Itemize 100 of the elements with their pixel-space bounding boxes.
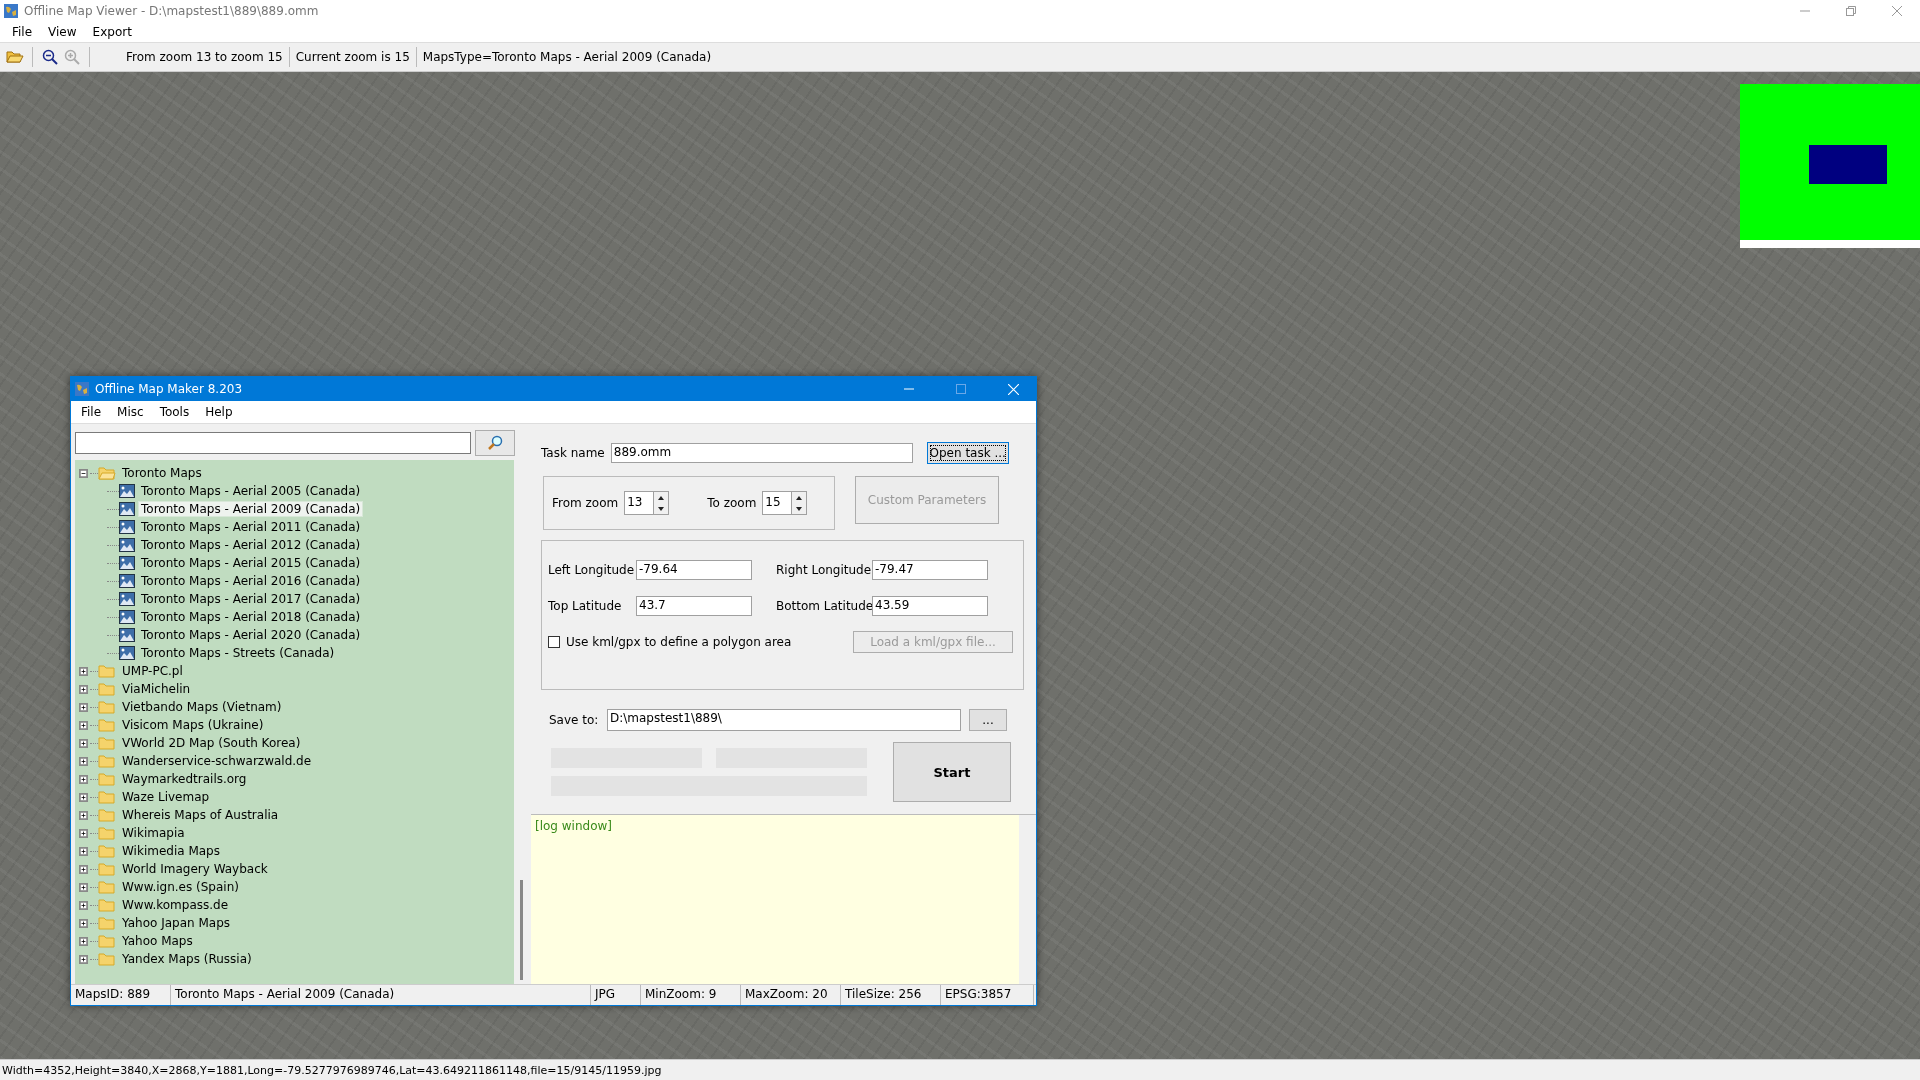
expand-icon[interactable] bbox=[79, 774, 88, 784]
menu-item[interactable]: Tools bbox=[151, 405, 198, 419]
search-button[interactable] bbox=[475, 430, 515, 456]
menu-item[interactable]: File bbox=[73, 405, 110, 419]
collapse-icon[interactable] bbox=[79, 468, 88, 478]
expand-icon[interactable] bbox=[79, 666, 88, 676]
map-image-icon bbox=[119, 646, 135, 660]
expand-icon[interactable] bbox=[79, 828, 88, 838]
search-icon[interactable] bbox=[487, 435, 503, 451]
tree-map-item[interactable]: Toronto Maps - Aerial 2011 (Canada) bbox=[139, 520, 363, 534]
spin-down-icon[interactable] bbox=[796, 506, 803, 511]
expand-icon[interactable] bbox=[79, 882, 88, 892]
tree-map-item[interactable]: Toronto Maps - Aerial 2012 (Canada) bbox=[139, 538, 363, 552]
expand-icon[interactable] bbox=[79, 720, 88, 730]
tree-folder-item[interactable]: Yandex Maps (Russia) bbox=[120, 952, 254, 966]
folder-icon bbox=[98, 861, 116, 877]
right-longitude-field[interactable]: -79.47 bbox=[872, 560, 988, 580]
expand-icon[interactable] bbox=[79, 846, 88, 856]
tree-map-item[interactable]: Toronto Maps - Aerial 2018 (Canada) bbox=[139, 610, 363, 624]
tree-map-item[interactable]: Toronto Maps - Aerial 2009 (Canada) bbox=[139, 502, 363, 516]
menu-item[interactable]: Help bbox=[197, 405, 241, 419]
map-image-icon bbox=[119, 538, 135, 552]
folder-icon bbox=[98, 753, 116, 769]
tree-folder-item[interactable]: Visicom Maps (Ukraine) bbox=[120, 718, 266, 732]
folder-icon bbox=[98, 717, 116, 733]
from-zoom-field[interactable]: 13 bbox=[624, 491, 655, 515]
tree-map-item[interactable]: Toronto Maps - Aerial 2020 (Canada) bbox=[139, 628, 363, 642]
toolbar-status-text: From zoom 13 to zoom 15 bbox=[125, 50, 284, 64]
tree-folder-item[interactable]: Wikimedia Maps bbox=[120, 844, 222, 858]
tree-map-item[interactable]: Toronto Maps - Streets (Canada) bbox=[139, 646, 337, 660]
tree-map-item[interactable]: Toronto Maps - Aerial 2015 (Canada) bbox=[139, 556, 363, 570]
tree-folder-item[interactable]: Toronto Maps bbox=[120, 466, 204, 480]
expand-icon[interactable] bbox=[79, 756, 88, 766]
folder-icon bbox=[98, 663, 116, 679]
tree-folder-item[interactable]: Yahoo Maps bbox=[120, 934, 195, 948]
status-cell: MinZoom: 9 bbox=[641, 985, 741, 1005]
expand-icon[interactable] bbox=[79, 738, 88, 748]
save-to-field[interactable]: D:\mapstest1\889\ bbox=[607, 709, 961, 731]
tree-folder-item[interactable]: Www.ign.es (Spain) bbox=[120, 880, 241, 894]
right-longitude-label: Right Longitude bbox=[776, 563, 872, 577]
tree-folder-item[interactable]: World Imagery Wayback bbox=[120, 862, 270, 876]
expand-icon[interactable] bbox=[79, 684, 88, 694]
spin-down-icon[interactable] bbox=[658, 506, 665, 511]
browse-button[interactable]: ... bbox=[969, 709, 1007, 731]
close-icon[interactable] bbox=[1892, 6, 1902, 16]
toolbar-status-text: Current zoom is 15 bbox=[294, 50, 411, 64]
menu-item[interactable]: View bbox=[40, 25, 85, 39]
status-cell: TileSize: 256 bbox=[841, 985, 941, 1005]
restore-icon[interactable] bbox=[1846, 6, 1856, 16]
top-latitude-field[interactable]: 43.7 bbox=[636, 596, 752, 616]
from-zoom-label: From zoom bbox=[552, 496, 619, 510]
to-zoom-label: To zoom bbox=[707, 496, 757, 510]
expand-icon[interactable] bbox=[79, 864, 88, 874]
to-zoom-field[interactable]: 15 bbox=[762, 491, 793, 515]
search-field[interactable] bbox=[75, 432, 471, 454]
expand-icon[interactable] bbox=[79, 810, 88, 820]
folder-icon bbox=[98, 699, 116, 715]
open-task-button[interactable]: Open task ... bbox=[926, 442, 1009, 464]
tree-map-item[interactable]: Toronto Maps - Aerial 2005 (Canada) bbox=[139, 484, 363, 498]
expand-icon[interactable] bbox=[79, 918, 88, 928]
expand-icon[interactable] bbox=[79, 792, 88, 802]
start-button[interactable]: Start bbox=[893, 742, 1011, 802]
tree-map-item[interactable]: Toronto Maps - Aerial 2016 (Canada) bbox=[139, 574, 363, 588]
expand-icon[interactable] bbox=[79, 954, 88, 964]
status-cell: MapsID: 889 bbox=[71, 985, 171, 1005]
top-latitude-label: Top Latitude bbox=[548, 599, 623, 613]
expand-icon[interactable] bbox=[79, 900, 88, 910]
tree-folder-item[interactable]: UMP-PC.pl bbox=[120, 664, 185, 678]
expand-icon[interactable] bbox=[79, 936, 88, 946]
menu-item[interactable]: Export bbox=[84, 25, 140, 39]
spin-up-icon[interactable] bbox=[658, 495, 665, 500]
bottom-latitude-field[interactable]: 43.59 bbox=[872, 596, 988, 616]
tree-folder-item[interactable]: Vietbando Maps (Vietnam) bbox=[120, 700, 284, 714]
left-longitude-field[interactable]: -79.64 bbox=[636, 560, 752, 580]
task-name-field[interactable]: 889.omm bbox=[610, 443, 913, 463]
tree-folder-item[interactable]: Www.kompass.de bbox=[120, 898, 231, 912]
window-title: Offline Map Viewer - D:\mapstest1\889\889.omm bbox=[24, 4, 320, 18]
expand-icon[interactable] bbox=[79, 702, 88, 712]
tree-map-item[interactable]: Toronto Maps - Aerial 2017 (Canada) bbox=[139, 592, 363, 606]
overview-minimap[interactable] bbox=[1740, 84, 1920, 248]
tree-folder-item[interactable]: Waymarkedtrails.org bbox=[120, 772, 249, 786]
scrollbar[interactable] bbox=[1019, 815, 1036, 984]
folder-icon bbox=[98, 951, 116, 967]
folder-icon bbox=[98, 843, 116, 859]
tree-folder-item[interactable]: Whereis Maps of Australia bbox=[120, 808, 281, 822]
menu-item[interactable]: Misc bbox=[109, 405, 152, 419]
folder-icon bbox=[98, 915, 116, 931]
open-folder-icon bbox=[98, 465, 116, 481]
tree-folder-item[interactable]: Yahoo Japan Maps bbox=[120, 916, 232, 930]
tree-folder-item[interactable]: ViaMichelin bbox=[120, 682, 193, 696]
status-cell: JPG bbox=[591, 985, 641, 1005]
checkbox[interactable] bbox=[548, 636, 560, 648]
tree-folder-item[interactable]: Waze Livemap bbox=[120, 790, 212, 804]
menu-item[interactable]: File bbox=[4, 25, 41, 39]
spin-up-icon[interactable] bbox=[796, 495, 803, 500]
dialog-title: Offline Map Maker 8.203 bbox=[95, 382, 244, 396]
tree-folder-item[interactable]: Wikimapia bbox=[120, 826, 187, 840]
tree-folder-item[interactable]: Wanderservice-schwarzwald.de bbox=[120, 754, 314, 768]
tree-folder-item[interactable]: VWorld 2D Map (South Korea) bbox=[120, 736, 303, 750]
folder-icon bbox=[98, 933, 116, 949]
